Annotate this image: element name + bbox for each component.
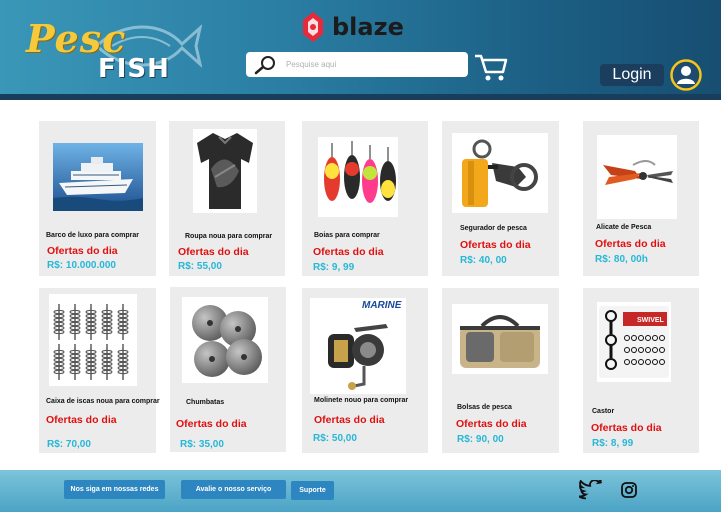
blaze-logo-icon bbox=[303, 12, 323, 42]
site-header: Pesc FISH blaze Login bbox=[0, 0, 721, 100]
product-price: R$: 55,00 bbox=[178, 261, 222, 272]
product-card[interactable]: MARINE Molinete nouo para comprar Ofertas … bbox=[302, 288, 428, 453]
search-input[interactable] bbox=[286, 60, 456, 69]
product-name[interactable]: Barco de luxo para comprar bbox=[46, 232, 139, 239]
product-name[interactable]: Alicate de Pesca bbox=[596, 224, 651, 231]
product-price: R$: 80, 00h bbox=[595, 254, 648, 265]
daily-offer-label: Ofertas do dia bbox=[46, 414, 117, 426]
daily-offer-label: Ofertas do dia bbox=[456, 418, 527, 430]
product-price: R$: 90, 00 bbox=[457, 434, 504, 445]
cruise-ship-image[interactable] bbox=[53, 143, 143, 211]
daily-offer-label: Ofertas do dia bbox=[460, 239, 531, 251]
product-card[interactable]: Chumbatas Ofertas do dia R$: 35,00 bbox=[170, 287, 286, 452]
fishing-shirt-image[interactable] bbox=[193, 129, 257, 213]
product-card[interactable]: Bolsas de pesca Ofertas do dia R$: 90, 00 bbox=[442, 288, 559, 453]
product-name[interactable]: Molinete nouo para comprar bbox=[314, 397, 408, 404]
logo-text-fish: FISH bbox=[98, 54, 170, 84]
product-price: R$: 8, 99 bbox=[592, 438, 634, 449]
product-card[interactable]: Roupa noua para comprar Ofertas do dia R$:… bbox=[169, 121, 285, 276]
daily-offer-label: Ofertas do dia bbox=[47, 245, 118, 257]
product-card[interactable]: Caixa de iscas noua para comprar Ofertas … bbox=[39, 288, 160, 453]
product-name[interactable]: Boias para comprar bbox=[314, 232, 380, 239]
product-card[interactable]: Barco de luxo para comprar Ofertas do dia… bbox=[39, 121, 156, 276]
product-name[interactable]: Caixa de iscas noua para comprar bbox=[46, 398, 160, 405]
twitter-icon[interactable] bbox=[579, 480, 603, 500]
swivels-image[interactable]: SWIVEL bbox=[597, 302, 671, 382]
product-card[interactable]: Segurador de pesca Ofertas do dia R$: 40, … bbox=[442, 121, 559, 276]
product-name[interactable]: Segurador de pesca bbox=[460, 225, 527, 232]
search-icon[interactable] bbox=[254, 55, 278, 75]
product-price: R$: 70,00 bbox=[47, 439, 91, 450]
bait-springs-image[interactable] bbox=[49, 294, 137, 386]
product-price: R$: 10.000.000 bbox=[47, 260, 116, 271]
pesc-fish-logo[interactable]: Pesc FISH bbox=[22, 14, 202, 90]
fishing-floats-image[interactable] bbox=[318, 137, 398, 217]
product-name[interactable]: Roupa noua para comprar bbox=[185, 233, 272, 240]
daily-offer-label: Ofertas do dia bbox=[591, 422, 662, 434]
product-price: R$: 35,00 bbox=[180, 439, 224, 450]
support-button[interactable]: Suporte bbox=[291, 481, 334, 500]
product-price: R$: 50,00 bbox=[313, 433, 357, 444]
user-avatar-icon[interactable] bbox=[670, 59, 702, 91]
product-card[interactable]: SWIVEL Castor Ofertas do dia R$: 8, 99 bbox=[583, 288, 699, 453]
product-card[interactable]: Boias para comprar Ofertas do dia R$: 9, 9… bbox=[302, 121, 428, 276]
fishing-reel-image[interactable]: MARINE bbox=[310, 298, 406, 394]
follow-us-button[interactable]: Nos siga em nossas redes bbox=[64, 480, 165, 499]
product-price: R$: 40, 00 bbox=[460, 255, 507, 266]
daily-offer-label: Ofertas do dia bbox=[595, 238, 666, 250]
svg-text:MARINE: MARINE bbox=[362, 300, 402, 311]
product-name[interactable]: Bolsas de pesca bbox=[457, 404, 512, 411]
rate-service-button[interactable]: Avalie o nosso serviço bbox=[181, 480, 286, 499]
daily-offer-label: Ofertas do dia bbox=[176, 418, 247, 430]
product-name[interactable]: Chumbatas bbox=[186, 399, 224, 406]
search-bar bbox=[246, 52, 468, 77]
fishing-bag-image[interactable] bbox=[452, 304, 548, 374]
instagram-icon[interactable] bbox=[621, 482, 637, 498]
daily-offer-label: Ofertas do dia bbox=[313, 246, 384, 258]
lead-sinkers-image[interactable] bbox=[182, 297, 268, 383]
login-button[interactable]: Login bbox=[600, 64, 664, 86]
shopping-cart-icon[interactable] bbox=[474, 52, 508, 82]
daily-offer-label: Ofertas do dia bbox=[314, 414, 385, 426]
svg-text:SWIVEL: SWIVEL bbox=[637, 317, 665, 324]
fish-gripper-image[interactable] bbox=[452, 133, 548, 213]
product-name[interactable]: Castor bbox=[592, 408, 614, 415]
blaze-brand[interactable]: blaze bbox=[298, 10, 404, 44]
fishing-pliers-image[interactable] bbox=[597, 135, 677, 219]
product-price: R$: 9, 99 bbox=[313, 262, 355, 273]
product-card[interactable]: Alicate de Pesca Ofertas do dia R$: 80, 00… bbox=[583, 121, 699, 276]
brand-name: blaze bbox=[332, 13, 404, 41]
daily-offer-label: Ofertas do dia bbox=[178, 246, 249, 258]
